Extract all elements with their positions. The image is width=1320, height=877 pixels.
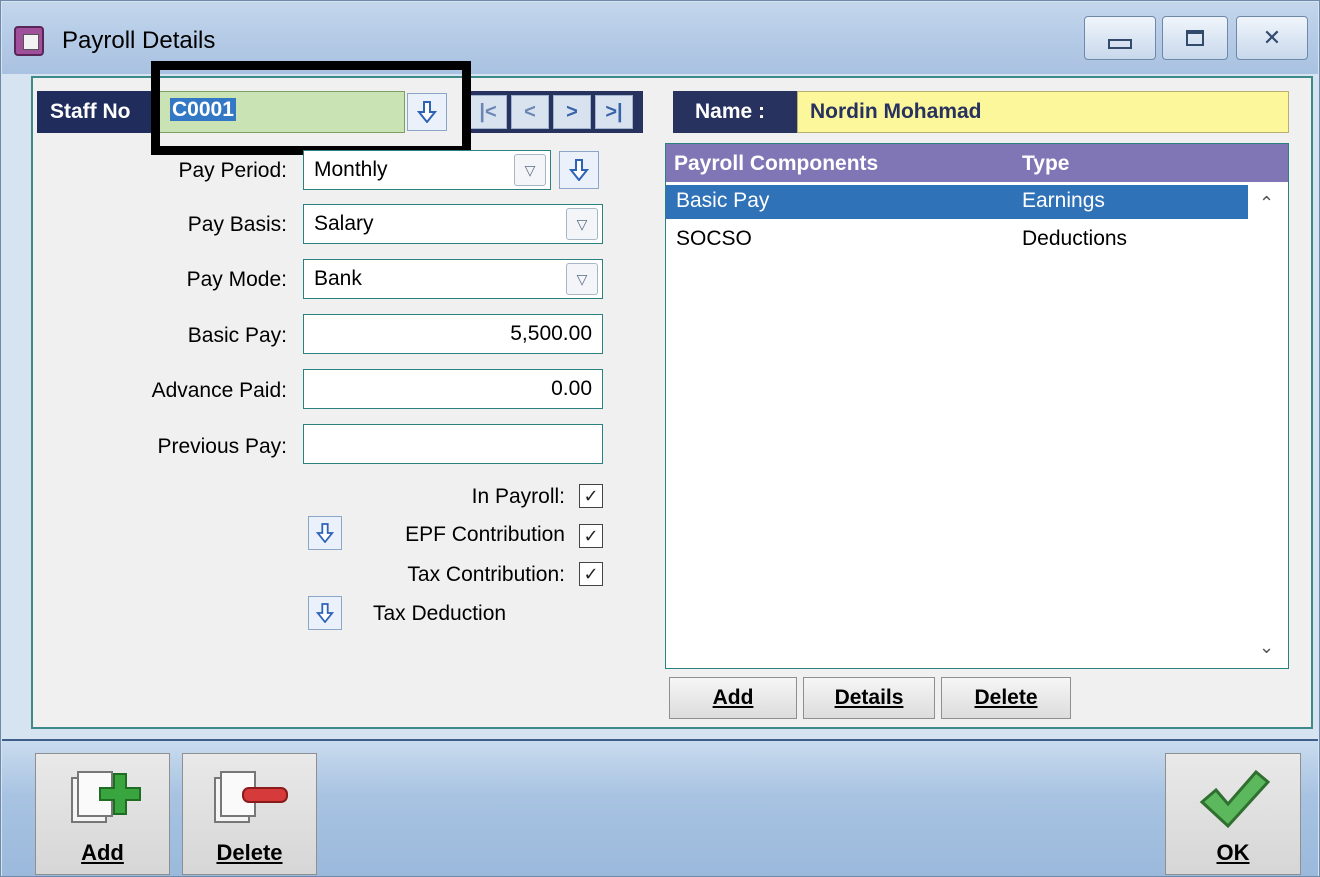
ok-button-label: OK	[1216, 840, 1250, 865]
chevron-down-icon: ▽	[514, 154, 546, 186]
first-record-button[interactable]: |<	[469, 95, 507, 129]
add-button[interactable]: Add	[35, 753, 170, 875]
chevron-down-icon: ▽	[566, 263, 598, 295]
delete-document-icon	[214, 771, 288, 823]
maximize-button[interactable]	[1162, 16, 1228, 60]
pay-period-value: Monthly	[314, 158, 388, 181]
pay-mode-value: Bank	[314, 267, 362, 290]
epf-lookup-button[interactable]	[308, 516, 342, 550]
list-row[interactable]: SOCSO Deductions	[666, 223, 1248, 257]
next-record-button[interactable]: >	[553, 95, 591, 129]
arrow-down-icon	[316, 603, 334, 623]
checkmark-icon	[1199, 769, 1270, 829]
row-type: Earnings	[1022, 189, 1105, 212]
column-header-component[interactable]: Payroll Components	[674, 152, 878, 176]
checkmark-icon: ✓	[583, 485, 599, 506]
window-title: Payroll Details	[62, 27, 216, 54]
row-component: SOCSO	[676, 227, 752, 250]
tax-deduction-lookup-button[interactable]	[308, 596, 342, 630]
name-label: Name :	[673, 91, 797, 133]
component-add-label: Add	[712, 686, 754, 709]
previous-record-button[interactable]: <	[511, 95, 549, 129]
payroll-components-list[interactable]	[665, 143, 1289, 669]
delete-button-label: Delete	[216, 840, 283, 865]
last-record-button[interactable]: >|	[595, 95, 633, 129]
basic-pay-value: 5,500.00	[510, 322, 592, 345]
epf-contribution-label: EPF Contribution	[405, 523, 565, 546]
previous-pay-label: Previous Pay:	[157, 435, 287, 458]
add-button-label: Add	[81, 840, 124, 865]
pay-basis-label: Pay Basis:	[187, 213, 287, 236]
advance-paid-input[interactable]: 0.00	[303, 369, 603, 409]
pay-period-label: Pay Period:	[178, 159, 287, 182]
record-navigator: |< < > >|	[463, 91, 643, 133]
component-delete-button[interactable]: Delete	[941, 677, 1071, 719]
component-delete-label: Delete	[974, 686, 1038, 709]
delete-button[interactable]: Delete	[182, 753, 317, 875]
minimize-icon	[1108, 39, 1132, 49]
pay-basis-value: Salary	[314, 212, 374, 235]
epf-contribution-checkbox[interactable]: ✓	[579, 524, 603, 548]
previous-pay-input[interactable]	[303, 424, 603, 464]
close-icon: ✕	[1262, 25, 1282, 50]
maximize-icon	[1186, 30, 1204, 46]
tax-contribution-checkbox[interactable]: ✓	[579, 562, 603, 586]
name-value: Nordin Mohamad	[797, 91, 1289, 133]
ok-button[interactable]: OK	[1165, 753, 1301, 875]
highlight-box	[151, 61, 471, 155]
tax-deduction-label: Tax Deduction	[373, 602, 507, 625]
arrow-down-icon	[316, 523, 334, 543]
scroll-up-icon[interactable]: ⌃	[1259, 193, 1274, 214]
app-icon	[14, 26, 44, 56]
minimize-button[interactable]	[1084, 16, 1156, 60]
component-details-label: Details	[834, 686, 904, 709]
in-payroll-label: In Payroll:	[471, 485, 565, 508]
in-payroll-checkbox[interactable]: ✓	[579, 484, 603, 508]
payroll-details-window: Payroll Details ✕ Staff No C0001 |< < > …	[0, 0, 1320, 877]
arrow-down-icon	[569, 159, 589, 181]
checkmark-icon: ✓	[583, 563, 599, 584]
basic-pay-label: Basic Pay:	[187, 324, 287, 347]
tax-contribution-label: Tax Contribution:	[407, 563, 565, 586]
pay-period-select[interactable]: Monthly ▽	[303, 150, 551, 190]
pay-mode-select[interactable]: Bank ▽	[303, 259, 603, 299]
staff-no-label: Staff No	[37, 91, 155, 133]
last-icon: >|	[605, 100, 623, 123]
pay-basis-select[interactable]: Salary ▽	[303, 204, 603, 244]
basic-pay-input[interactable]: 5,500.00	[303, 314, 603, 354]
advance-paid-value: 0.00	[551, 377, 592, 400]
pay-period-lookup-button[interactable]	[559, 151, 599, 189]
advance-paid-label: Advance Paid:	[151, 379, 287, 402]
list-header: Payroll Components Type	[666, 144, 1288, 182]
scroll-down-icon[interactable]: ⌄	[1259, 637, 1274, 658]
pay-mode-label: Pay Mode:	[186, 268, 287, 291]
column-header-type[interactable]: Type	[1022, 152, 1069, 176]
next-icon: >	[566, 100, 578, 123]
row-type: Deductions	[1022, 227, 1128, 250]
checkmark-icon: ✓	[583, 525, 599, 546]
previous-icon: <	[524, 100, 536, 123]
chevron-down-icon: ▽	[566, 208, 598, 240]
add-document-icon	[71, 771, 141, 823]
first-icon: |<	[479, 100, 497, 123]
list-row[interactable]: Basic Pay Earnings	[666, 185, 1248, 219]
row-component: Basic Pay	[676, 189, 770, 212]
close-button[interactable]: ✕	[1236, 16, 1308, 60]
component-add-button[interactable]: Add	[669, 677, 797, 719]
component-details-button[interactable]: Details	[803, 677, 935, 719]
